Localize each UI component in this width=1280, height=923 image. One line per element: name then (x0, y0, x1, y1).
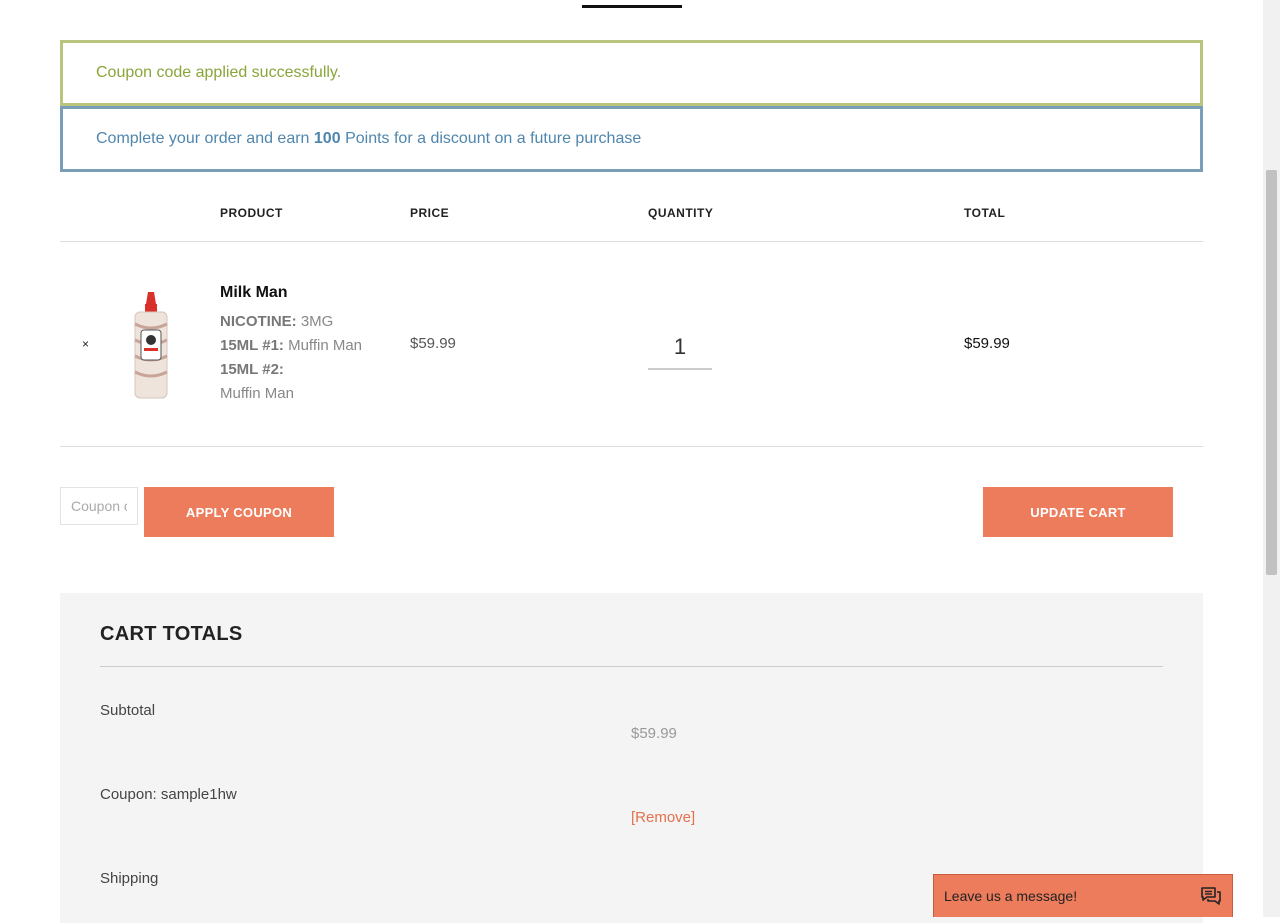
coupon-label: Coupon: sample1hw (100, 786, 237, 803)
product-variation-list: NICOTINE: 3MG 15ML #1: Muffin Man 15ML #… (220, 310, 390, 406)
product-name-link[interactable]: Milk Man (220, 284, 288, 302)
meta-key: NICOTINE: (220, 313, 297, 330)
meta-key: 15ML #2: (220, 361, 284, 378)
coupon-code-input[interactable] (60, 487, 138, 525)
table-row: × Milk Man NICOTINE: 3MG 15ML #1: Muffin… (60, 242, 1203, 447)
item-total: $59.99 (964, 335, 1010, 352)
meta-value: 3MG (300, 313, 334, 330)
scrollbar-thumb[interactable] (1266, 170, 1277, 575)
divider (100, 666, 1163, 667)
subtotal-value: $59.99 (631, 725, 677, 742)
header-product: PRODUCT (220, 206, 283, 220)
coupon-success-notice: Coupon code applied successfully. (60, 40, 1203, 106)
shipping-label: Shipping (100, 870, 159, 887)
points-prefix: Complete your order and earn (96, 130, 310, 147)
quantity-input[interactable] (648, 326, 712, 370)
chat-label: Leave us a message! (944, 888, 1078, 904)
chat-widget-button[interactable]: Leave us a message! (933, 874, 1233, 917)
meta-value: Muffin Man (288, 337, 363, 354)
subtotal-label: Subtotal (100, 702, 156, 719)
points-value: 100 (313, 130, 341, 147)
meta-key: 15ML #1: (220, 337, 284, 354)
product-thumbnail[interactable] (132, 290, 170, 402)
points-suffix: Points for a discount on a future purcha… (345, 130, 642, 147)
header-price: PRICE (410, 206, 450, 220)
coupon-success-text: Coupon code applied successfully. (96, 64, 342, 81)
chat-bubble-icon (1201, 887, 1221, 905)
points-notice: Complete your order and earn 100 Points … (60, 106, 1203, 172)
active-tab-indicator (582, 5, 682, 8)
cart-totals-title: CART TOTALS (100, 623, 243, 645)
header-total: TOTAL (964, 206, 1006, 220)
remove-coupon-link[interactable]: [Remove] (631, 809, 695, 826)
remove-item-button[interactable]: × (82, 337, 89, 351)
header-quantity: QUANTITY (648, 206, 714, 220)
meta-value: Muffin Man (220, 385, 294, 402)
update-cart-button[interactable]: UPDATE CART (983, 487, 1173, 537)
page-scrollbar[interactable] (1263, 0, 1280, 917)
apply-coupon-button[interactable]: APPLY COUPON (144, 487, 334, 537)
cart-table-header: PRODUCT PRICE QUANTITY TOTAL (60, 190, 1203, 242)
item-price: $59.99 (410, 335, 456, 352)
